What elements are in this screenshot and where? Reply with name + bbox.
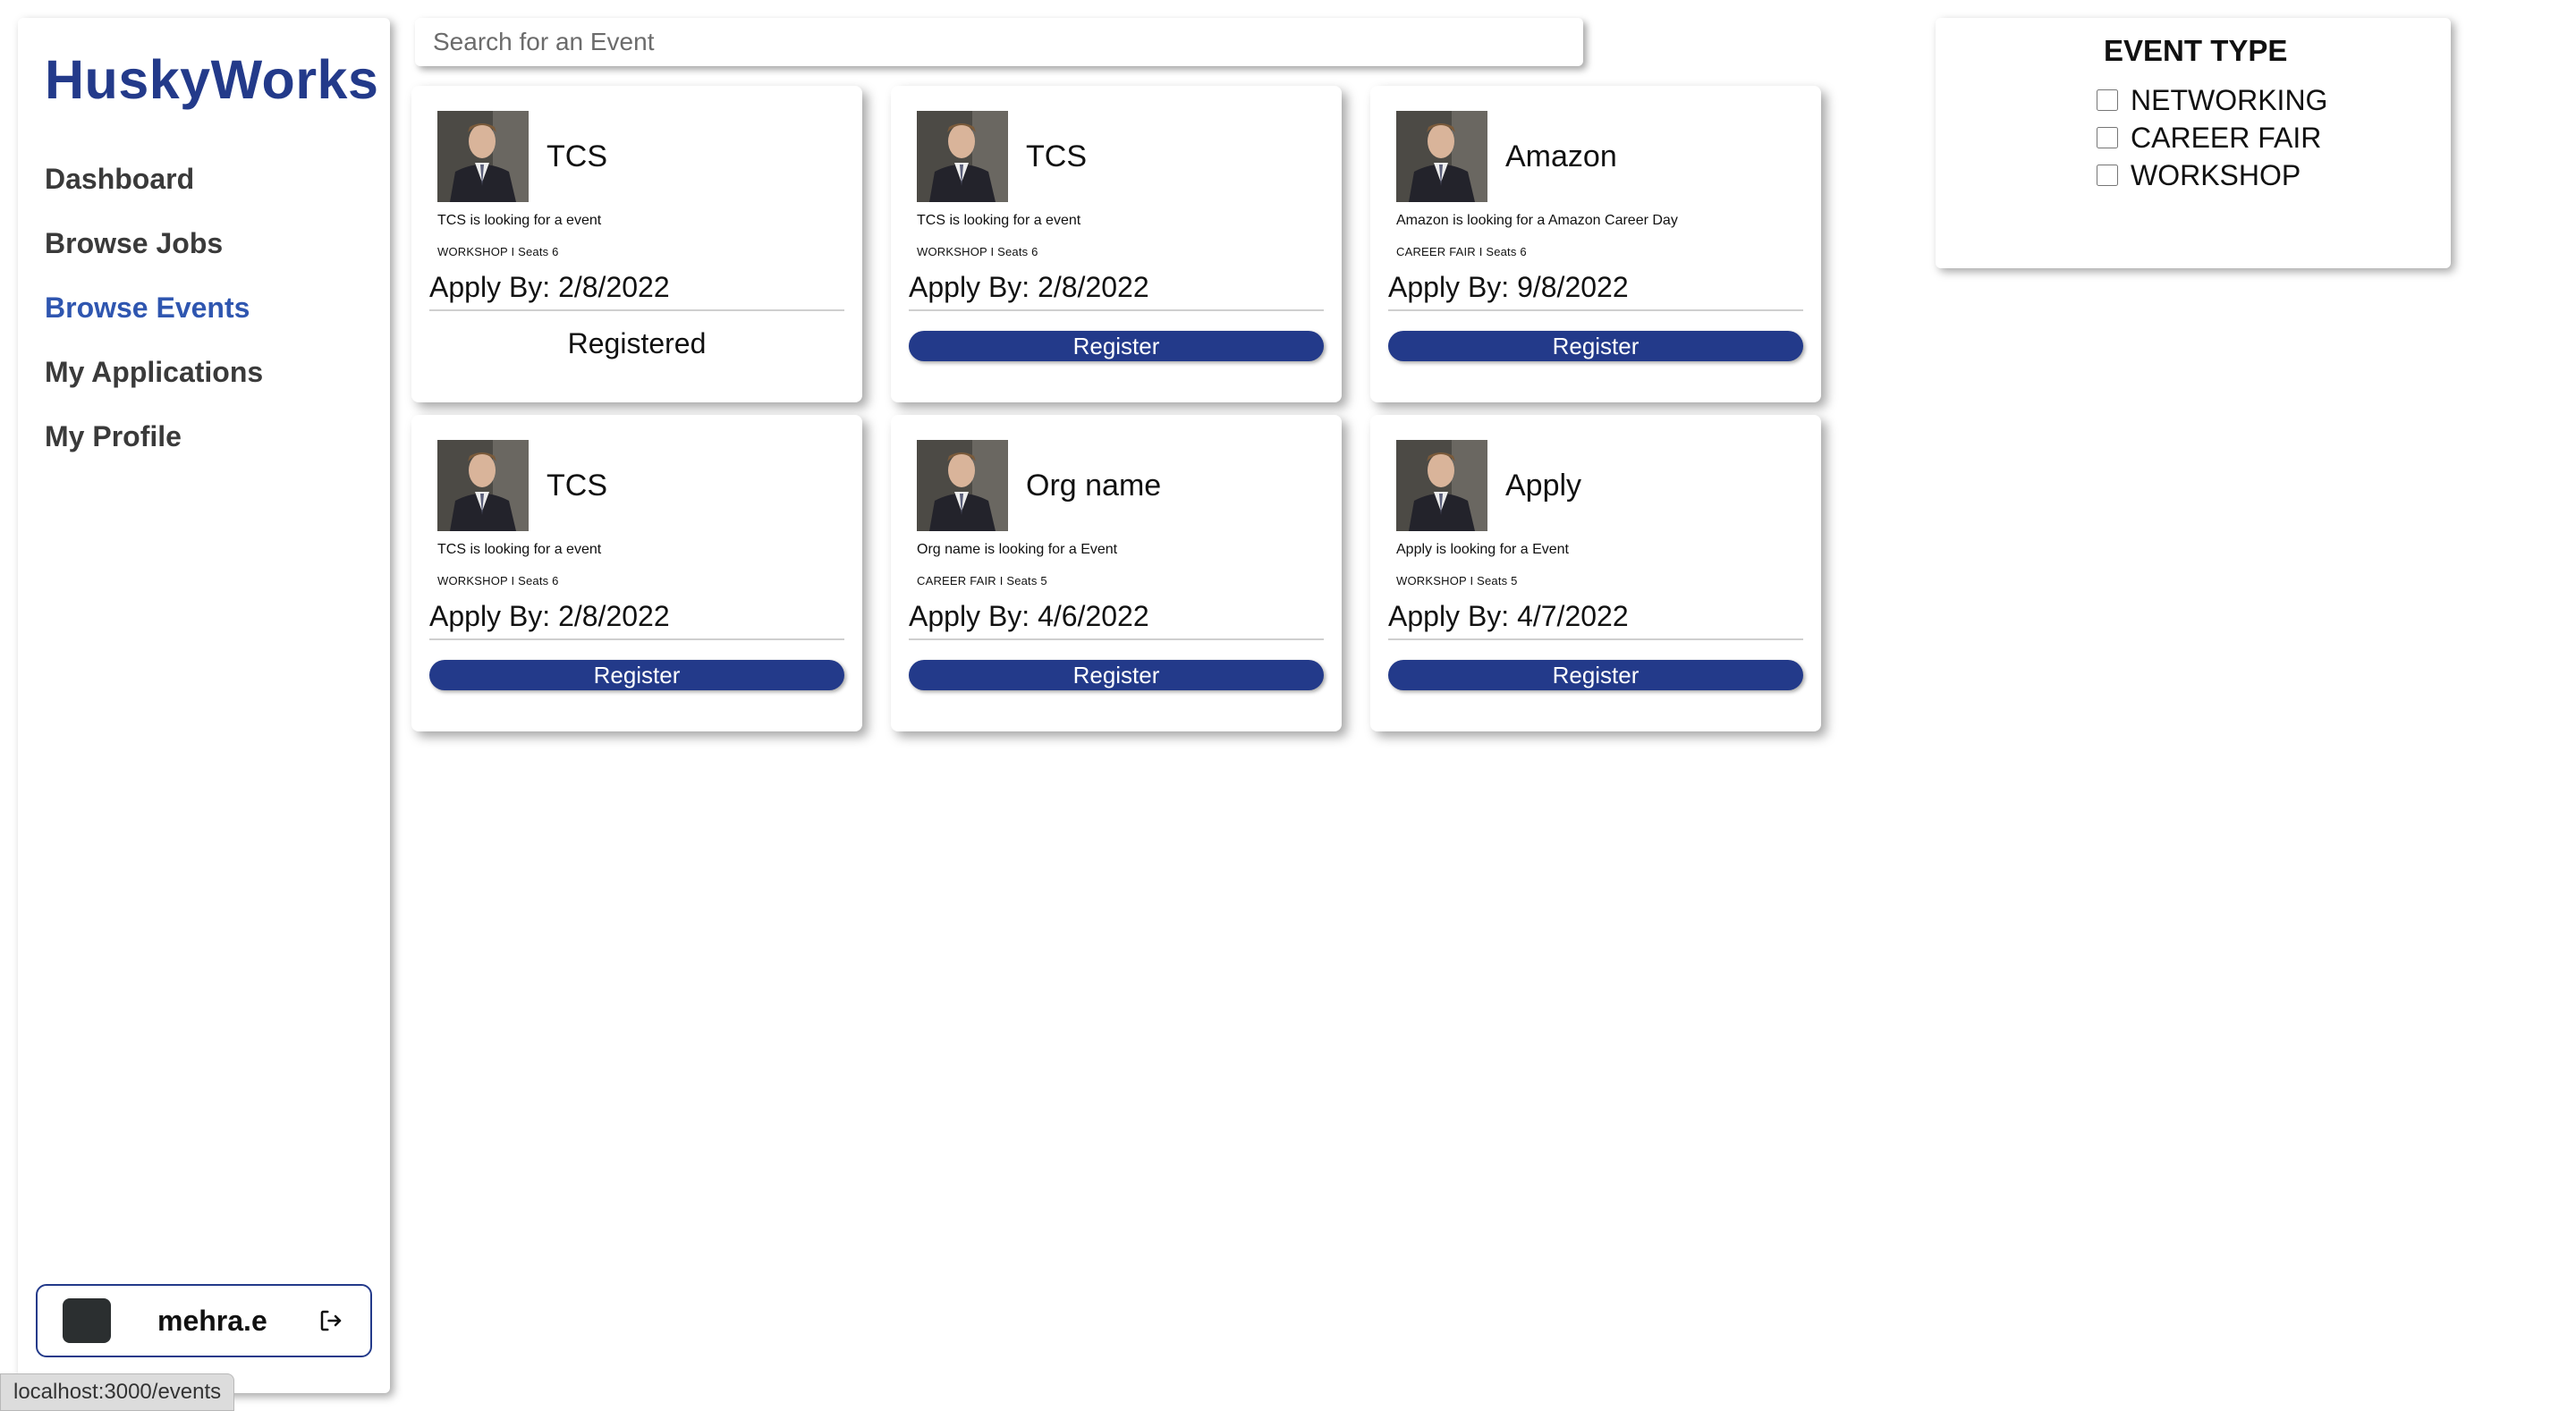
register-button[interactable]: Register	[1388, 331, 1803, 361]
event-title: Org name	[1026, 468, 1162, 503]
register-button[interactable]: Register	[429, 660, 844, 690]
event-title: Amazon	[1505, 139, 1617, 173]
events-grid: TCS TCS is looking for a event WORKSHOP …	[411, 86, 1821, 731]
event-description: TCS is looking for a event	[917, 213, 1081, 228]
register-button[interactable]: Register	[909, 331, 1324, 361]
sidebar: HuskyWorks Dashboard Browse Jobs Browse …	[18, 18, 390, 1393]
event-card: TCS TCS is looking for a event WORKSHOP …	[411, 415, 862, 731]
filter-option-workshop[interactable]: WORKSHOP	[2097, 159, 2354, 199]
organizer-photo	[917, 440, 1008, 531]
search-input[interactable]	[415, 18, 1583, 66]
organizer-photo	[1396, 440, 1487, 531]
event-meta: WORKSHOP I Seats 6	[917, 245, 1038, 258]
status-bar-url: localhost:3000/events	[0, 1373, 235, 1411]
event-card: TCS TCS is looking for a event WORKSHOP …	[411, 86, 862, 402]
registered-status: Registered	[567, 327, 707, 359]
event-title: TCS	[547, 139, 607, 173]
organizer-photo	[917, 111, 1008, 202]
event-meta: WORKSHOP I Seats 5	[1396, 574, 1518, 587]
sidebar-item-my-profile[interactable]: My Profile	[45, 415, 263, 479]
event-description: Amazon is looking for a Amazon Career Da…	[1396, 213, 1678, 228]
event-type-filter: EVENT TYPE NETWORKING CAREER FAIR WORKSH…	[1936, 18, 2451, 268]
register-button[interactable]: Register	[909, 660, 1324, 690]
event-meta: CAREER FAIR I Seats 5	[917, 574, 1047, 587]
sidebar-item-browse-jobs[interactable]: Browse Jobs	[45, 222, 263, 286]
sidebar-item-my-applications[interactable]: My Applications	[45, 351, 263, 415]
filter-option-label: WORKSHOP	[2131, 159, 2301, 191]
workshop-checkbox[interactable]	[2097, 165, 2118, 186]
event-apply-by: Apply By: 2/8/2022	[909, 271, 1324, 311]
event-apply-by: Apply By: 4/6/2022	[909, 600, 1324, 640]
event-meta: CAREER FAIR I Seats 6	[1396, 245, 1527, 258]
event-apply-by: Apply By: 4/7/2022	[1388, 600, 1803, 640]
sidebar-item-browse-events[interactable]: Browse Events	[45, 286, 263, 351]
event-meta: WORKSHOP I Seats 6	[437, 574, 559, 587]
event-card: TCS TCS is looking for a event WORKSHOP …	[891, 86, 1342, 402]
event-description: TCS is looking for a event	[437, 542, 602, 557]
username: mehra.e	[157, 1304, 267, 1337]
sidebar-nav: Dashboard Browse Jobs Browse Events My A…	[45, 157, 263, 479]
networking-checkbox[interactable]	[2097, 89, 2118, 111]
event-apply-by: Apply By: 2/8/2022	[429, 271, 844, 311]
career-fair-checkbox[interactable]	[2097, 127, 2118, 148]
filter-options: NETWORKING CAREER FAIR WORKSHOP	[2097, 84, 2354, 199]
event-card: Amazon Amazon is looking for a Amazon Ca…	[1370, 86, 1821, 402]
organizer-photo	[437, 440, 529, 531]
brand-logo[interactable]: HuskyWorks	[45, 48, 378, 111]
event-apply-by: Apply By: 2/8/2022	[429, 600, 844, 640]
event-card: Org name Org name is looking for a Event…	[891, 415, 1342, 731]
organizer-photo	[437, 111, 529, 202]
event-description: Org name is looking for a Event	[917, 542, 1118, 557]
register-button[interactable]: Register	[1388, 660, 1803, 690]
event-title: TCS	[1026, 139, 1087, 173]
sidebar-item-dashboard[interactable]: Dashboard	[45, 157, 263, 222]
user-box: mehra.e	[36, 1284, 372, 1357]
event-title: Apply	[1505, 468, 1582, 503]
logout-icon[interactable]	[313, 1303, 349, 1339]
event-title: TCS	[547, 468, 607, 503]
event-card: Apply Apply is looking for a Event WORKS…	[1370, 415, 1821, 731]
event-apply-by: Apply By: 9/8/2022	[1388, 271, 1803, 311]
event-description: TCS is looking for a event	[437, 213, 602, 228]
event-meta: WORKSHOP I Seats 6	[437, 245, 559, 258]
event-description: Apply is looking for a Event	[1396, 542, 1569, 557]
filter-title: EVENT TYPE	[2104, 34, 2288, 67]
avatar	[63, 1298, 111, 1343]
organizer-photo	[1396, 111, 1487, 202]
